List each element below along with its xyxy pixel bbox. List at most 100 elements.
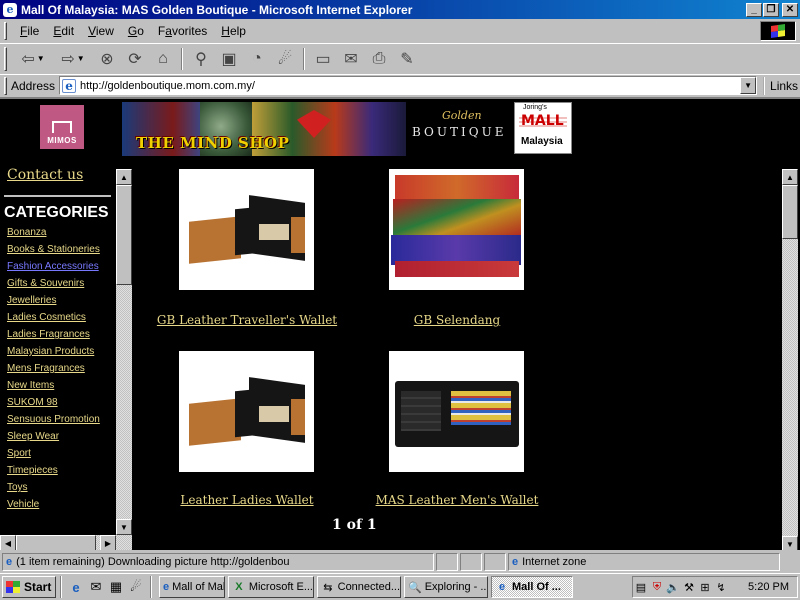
home-button[interactable]: ⌂ bbox=[149, 47, 177, 71]
golden-boutique-logo[interactable]: Golden BOUTIQUE bbox=[412, 109, 508, 149]
back-button[interactable]: ⇦ ▼ bbox=[13, 47, 53, 71]
addressbar-grip[interactable] bbox=[4, 76, 7, 95]
quicklaunch-desktop-icon[interactable]: ▦ bbox=[106, 577, 126, 597]
tray-clock[interactable]: 5:20 PM bbox=[748, 581, 789, 593]
task-label: Mall Of ... bbox=[512, 581, 561, 593]
toolbar-separator bbox=[181, 47, 183, 70]
product-image-ladies-wallet[interactable] bbox=[179, 351, 314, 472]
category-link[interactable]: Timepieces bbox=[7, 465, 100, 482]
right-frame-vertical-scrollbar[interactable]: ▲ ▼ bbox=[782, 169, 798, 550]
sidebar-divider bbox=[4, 195, 111, 197]
taskbar-task[interactable]: ⇆ Connected... bbox=[317, 576, 401, 598]
mall-logo-text: MALL bbox=[521, 113, 564, 129]
address-dropdown-button[interactable]: ▼ bbox=[740, 77, 757, 94]
product-image-selendang[interactable] bbox=[389, 169, 524, 290]
left-hscroll-thumb[interactable] bbox=[16, 535, 96, 550]
menubar-grip[interactable] bbox=[4, 22, 7, 40]
right-scroll-thumb[interactable] bbox=[782, 185, 798, 239]
category-link[interactable]: Sleep Wear bbox=[7, 431, 100, 448]
tray-volume-icon[interactable]: 🔈 bbox=[665, 579, 681, 595]
category-link[interactable]: Fashion Accessories bbox=[7, 261, 100, 278]
product-image-mens-wallet[interactable] bbox=[389, 351, 524, 472]
search-button[interactable]: ⚲ bbox=[187, 47, 215, 71]
menu-help[interactable]: Help bbox=[214, 24, 253, 38]
status-offline-panel bbox=[460, 553, 482, 571]
stop-button[interactable]: ⊗ bbox=[93, 47, 121, 71]
tray-shield-icon[interactable]: ⛨ bbox=[649, 579, 665, 595]
internet-explorer-icon[interactable]: e bbox=[3, 2, 17, 17]
close-button[interactable]: ✕ bbox=[782, 2, 798, 17]
address-url[interactable]: http://goldenboutique.mom.com.my/ bbox=[80, 80, 740, 92]
back-dropdown-icon[interactable]: ▼ bbox=[37, 54, 45, 63]
left-scroll-thumb[interactable] bbox=[116, 185, 132, 285]
category-link[interactable]: Toys bbox=[7, 482, 100, 499]
right-scroll-up-button[interactable]: ▲ bbox=[782, 169, 798, 185]
channels-button[interactable]: ☄ bbox=[271, 47, 299, 71]
taskbar-task[interactable]: e Mall of Mal... bbox=[159, 576, 225, 598]
category-link[interactable]: Mens Fragrances bbox=[7, 363, 100, 380]
maximize-button[interactable]: ❐ bbox=[763, 2, 779, 17]
category-link[interactable]: Malaysian Products bbox=[7, 346, 100, 363]
category-link[interactable]: Sport bbox=[7, 448, 100, 465]
tray-network-icon[interactable]: ⊞ bbox=[697, 579, 713, 595]
history-button[interactable]: ◔ bbox=[243, 47, 271, 71]
mall-logo-small-text: Joring's bbox=[523, 104, 547, 111]
product-name-link[interactable]: GB Selendang bbox=[357, 313, 557, 327]
left-frame-vertical-scrollbar[interactable]: ▲ ▼ bbox=[116, 169, 132, 535]
task-label: Connected... bbox=[337, 581, 400, 593]
print-button[interactable]: ⎙ bbox=[365, 47, 393, 71]
forward-button[interactable]: ⇨ ▼ bbox=[53, 47, 93, 71]
category-link[interactable]: Vehicle bbox=[7, 499, 100, 516]
category-link[interactable]: Bonanza bbox=[7, 227, 100, 244]
mimos-logo[interactable]: MIMOS bbox=[40, 105, 84, 149]
category-link[interactable]: Sensuous Promotion bbox=[7, 414, 100, 431]
category-link[interactable]: Ladies Cosmetics bbox=[7, 312, 100, 329]
links-button[interactable]: Links bbox=[763, 76, 798, 95]
category-link[interactable]: Jewelleries bbox=[7, 295, 100, 312]
forward-dropdown-icon[interactable]: ▼ bbox=[77, 54, 85, 63]
window-titlebar[interactable]: e Mall Of Malaysia: MAS Golden Boutique … bbox=[0, 0, 800, 19]
mall-of-malaysia-logo[interactable]: Joring's MALL Malaysia bbox=[514, 102, 572, 154]
product-name-link[interactable]: MAS Leather Men's Wallet bbox=[357, 493, 557, 507]
taskbar-task[interactable]: X Microsoft E... bbox=[228, 576, 314, 598]
quicklaunch-ie-icon[interactable]: e bbox=[66, 577, 86, 597]
category-link[interactable]: SUKOM 98 bbox=[7, 397, 100, 414]
taskbar-task[interactable]: 🔍 Exploring - ... bbox=[404, 576, 488, 598]
mail-button[interactable]: ✉ bbox=[337, 47, 365, 71]
taskbar-task-active[interactable]: e Mall Of ... bbox=[491, 576, 573, 598]
menu-file[interactable]: File bbox=[13, 24, 46, 38]
menu-bar: File Edit View Go Favorites Help bbox=[0, 20, 800, 42]
product-name-link[interactable]: Leather Ladies Wallet bbox=[147, 493, 347, 507]
menu-view[interactable]: View bbox=[81, 24, 121, 38]
start-button[interactable]: Start bbox=[2, 576, 56, 598]
tray-connection-icon[interactable]: ↯ bbox=[713, 579, 729, 595]
product-image-traveller-wallet[interactable] bbox=[179, 169, 314, 290]
tray-task-scheduler-icon[interactable]: ⚒ bbox=[681, 579, 697, 595]
quicklaunch-channels-icon[interactable]: ☄ bbox=[126, 577, 146, 597]
left-scroll-up-button[interactable]: ▲ bbox=[116, 169, 132, 185]
left-frame-horizontal-scrollbar[interactable]: ◀ ▶ bbox=[0, 535, 132, 550]
product-name-link[interactable]: GB Leather Traveller's Wallet bbox=[147, 313, 347, 327]
right-scroll-down-button[interactable]: ▼ bbox=[782, 536, 798, 550]
left-scroll-down-button[interactable]: ▼ bbox=[116, 519, 132, 535]
category-link[interactable]: New Items bbox=[7, 380, 100, 397]
left-scroll-left-button[interactable]: ◀ bbox=[0, 535, 16, 550]
edit-button[interactable]: ✎ bbox=[393, 47, 421, 71]
category-link[interactable]: Books & Stationeries bbox=[7, 244, 100, 261]
menu-edit[interactable]: Edit bbox=[46, 24, 81, 38]
address-input[interactable]: e http://goldenboutique.mom.com.my/ ▼ bbox=[59, 76, 758, 95]
favorites-button[interactable]: ▣ bbox=[215, 47, 243, 71]
refresh-button[interactable]: ⟳ bbox=[121, 47, 149, 71]
contact-us-link[interactable]: Contact us bbox=[7, 167, 83, 183]
left-scroll-right-button[interactable]: ▶ bbox=[100, 535, 116, 550]
menu-favorites[interactable]: Favorites bbox=[151, 24, 214, 38]
mind-shop-banner[interactable]: THE MIND SHOP bbox=[122, 102, 406, 156]
minimize-button[interactable]: _ bbox=[746, 2, 762, 17]
category-link[interactable]: Ladies Fragrances bbox=[7, 329, 100, 346]
fullscreen-button[interactable]: ▭ bbox=[309, 47, 337, 71]
category-link[interactable]: Gifts & Souvenirs bbox=[7, 278, 100, 295]
quicklaunch-outlook-icon[interactable]: ✉ bbox=[86, 577, 106, 597]
tray-monitor-icon[interactable]: ▤ bbox=[633, 579, 649, 595]
menu-go[interactable]: Go bbox=[121, 24, 151, 38]
toolbar-grip[interactable] bbox=[4, 46, 7, 71]
